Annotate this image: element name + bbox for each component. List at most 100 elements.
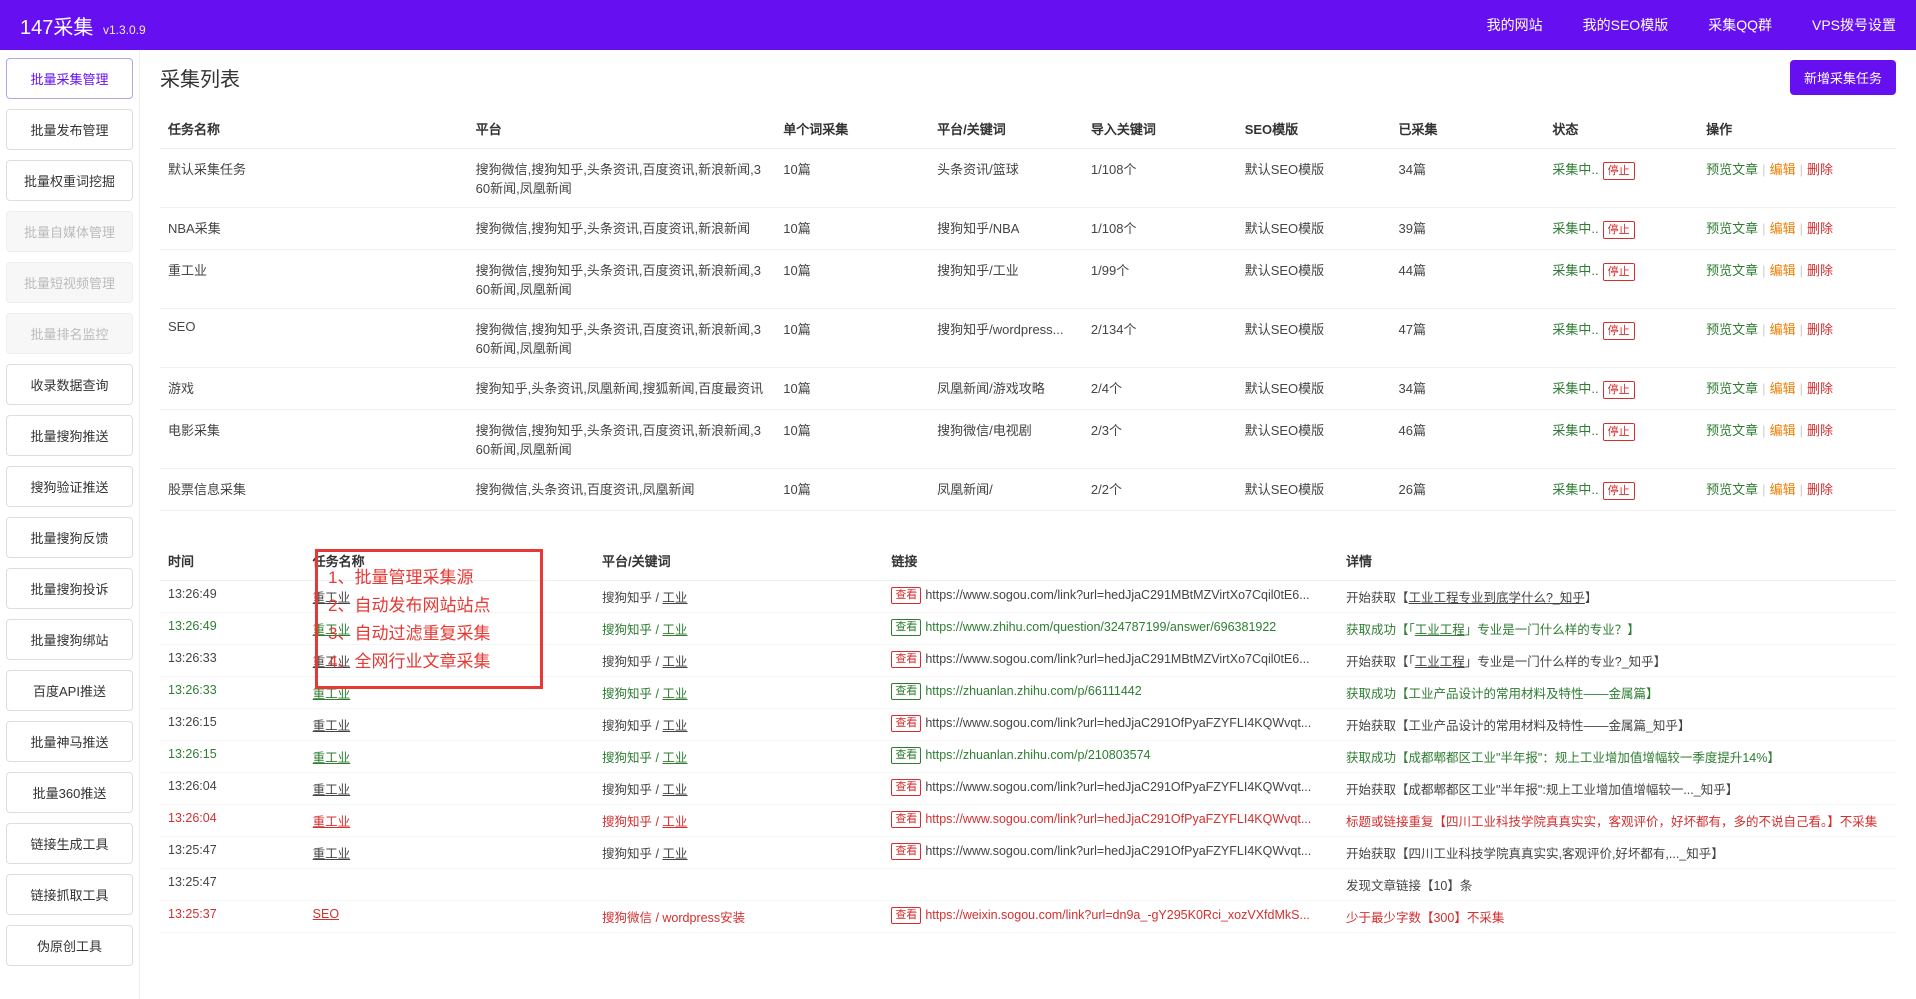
sidebar: 批量采集管理批量发布管理批量权重词挖掘批量自媒体管理批量短视频管理批量排名监控收… [0, 50, 140, 999]
delete-link[interactable]: 删除 [1807, 162, 1833, 177]
task-link[interactable]: 重工业 [313, 655, 351, 669]
view-badge[interactable]: 查看 [891, 811, 921, 828]
delete-link[interactable]: 删除 [1807, 263, 1833, 278]
topnav-item[interactable]: VPS拨号设置 [1812, 15, 1896, 35]
keyword-link[interactable]: 工业 [662, 783, 687, 797]
task-link[interactable]: 重工业 [313, 719, 351, 733]
view-badge[interactable]: 查看 [891, 747, 921, 764]
stop-button[interactable]: 停止 [1603, 423, 1635, 441]
sidebar-item[interactable]: 批量搜狗反馈 [6, 517, 133, 558]
topnav-item[interactable]: 我的网站 [1487, 15, 1543, 35]
detail-link[interactable]: 工业工程 [1415, 623, 1465, 637]
edit-link[interactable]: 编辑 [1770, 423, 1796, 438]
log-row: 13:26:15重工业搜狗知乎 / 工业查看https://www.sogou.… [160, 709, 1896, 741]
tasks-table: 任务名称平台单个词采集平台/关键词导入关键词SEO模版已采集状态操作 默认采集任… [160, 109, 1896, 511]
sidebar-item[interactable]: 批量神马推送 [6, 721, 133, 762]
sidebar-item[interactable]: 链接抓取工具 [6, 874, 133, 915]
status-text: 采集中.. [1552, 423, 1598, 438]
keyword-link[interactable]: 工业 [662, 655, 687, 669]
preview-link[interactable]: 预览文章 [1706, 381, 1758, 396]
edit-link[interactable]: 编辑 [1770, 381, 1796, 396]
sidebar-item[interactable]: 伪原创工具 [6, 925, 133, 966]
task-link[interactable]: 重工业 [313, 687, 351, 701]
stop-button[interactable]: 停止 [1603, 263, 1635, 281]
task-col-header: 平台/关键词 [929, 109, 1083, 149]
table-row: SEO搜狗微信,搜狗知乎,头条资讯,百度资讯,新浪新闻,360新闻,凤凰新闻10… [160, 309, 1896, 368]
delete-link[interactable]: 删除 [1807, 322, 1833, 337]
keyword-link[interactable]: 工业 [662, 815, 687, 829]
status-text: 采集中.. [1552, 322, 1598, 337]
view-badge[interactable]: 查看 [891, 779, 921, 796]
new-task-button[interactable]: 新增采集任务 [1790, 60, 1896, 95]
sidebar-item[interactable]: 批量搜狗投诉 [6, 568, 133, 609]
keyword-link[interactable]: 工业 [662, 751, 687, 765]
preview-link[interactable]: 预览文章 [1706, 482, 1758, 497]
stop-button[interactable]: 停止 [1603, 482, 1635, 500]
edit-link[interactable]: 编辑 [1770, 482, 1796, 497]
sidebar-item[interactable]: 百度API推送 [6, 670, 133, 711]
keyword-link[interactable]: 工业 [662, 623, 687, 637]
status-text: 采集中.. [1552, 263, 1598, 278]
task-link[interactable]: SEO [313, 907, 339, 921]
delete-link[interactable]: 删除 [1807, 221, 1833, 236]
keyword-link[interactable]: 工业 [662, 847, 687, 861]
stop-button[interactable]: 停止 [1603, 322, 1635, 340]
task-col-header: 状态 [1544, 109, 1698, 149]
log-row: 13:26:49重工业搜狗知乎 / 工业查看https://www.sogou.… [160, 581, 1896, 613]
sidebar-item[interactable]: 批量搜狗推送 [6, 415, 133, 456]
view-badge[interactable]: 查看 [891, 587, 921, 604]
top-nav: 我的网站 我的SEO模版 采集QQ群 VPS拨号设置 [1487, 15, 1896, 35]
brand: 147采集 v1.3.0.9 [20, 11, 146, 40]
task-link[interactable]: 重工业 [313, 591, 351, 605]
log-row: 13:26:49重工业搜狗知乎 / 工业查看https://www.zhihu.… [160, 613, 1896, 645]
task-link[interactable]: 重工业 [313, 751, 351, 765]
sidebar-item[interactable]: 批量搜狗绑站 [6, 619, 133, 660]
view-badge[interactable]: 查看 [891, 651, 921, 668]
task-col-header: 导入关键词 [1083, 109, 1237, 149]
task-link[interactable]: 重工业 [313, 623, 351, 637]
task-link[interactable]: 重工业 [313, 783, 351, 797]
sidebar-item[interactable]: 收录数据查询 [6, 364, 133, 405]
sidebar-item[interactable]: 批量360推送 [6, 772, 133, 813]
view-badge[interactable]: 查看 [891, 843, 921, 860]
stop-button[interactable]: 停止 [1603, 381, 1635, 399]
table-row: 电影采集搜狗微信,搜狗知乎,头条资讯,百度资讯,新浪新闻,360新闻,凤凰新闻1… [160, 410, 1896, 469]
sidebar-item[interactable]: 搜狗验证推送 [6, 466, 133, 507]
edit-link[interactable]: 编辑 [1770, 263, 1796, 278]
stop-button[interactable]: 停止 [1603, 162, 1635, 180]
table-row: 游戏搜狗知乎,头条资讯,凤凰新闻,搜狐新闻,百度最资讯10篇凤凰新闻/游戏攻略2… [160, 368, 1896, 410]
preview-link[interactable]: 预览文章 [1706, 322, 1758, 337]
task-col-header: 任务名称 [160, 109, 468, 149]
keyword-link[interactable]: 工业 [662, 719, 687, 733]
preview-link[interactable]: 预览文章 [1706, 263, 1758, 278]
delete-link[interactable]: 删除 [1807, 482, 1833, 497]
edit-link[interactable]: 编辑 [1770, 322, 1796, 337]
log-row: 13:26:15重工业搜狗知乎 / 工业查看https://zhuanlan.z… [160, 741, 1896, 773]
preview-link[interactable]: 预览文章 [1706, 162, 1758, 177]
sidebar-item[interactable]: 批量发布管理 [6, 109, 133, 150]
stop-button[interactable]: 停止 [1603, 221, 1635, 239]
task-link[interactable]: 重工业 [313, 847, 351, 861]
edit-link[interactable]: 编辑 [1770, 162, 1796, 177]
topnav-item[interactable]: 我的SEO模版 [1583, 15, 1669, 35]
edit-link[interactable]: 编辑 [1770, 221, 1796, 236]
task-link[interactable]: 重工业 [313, 815, 351, 829]
detail-link[interactable]: 工业工程 [1415, 655, 1465, 669]
view-badge[interactable]: 查看 [891, 619, 921, 636]
delete-link[interactable]: 删除 [1807, 381, 1833, 396]
detail-link[interactable]: 工业工程专业到底学什么?_知乎 [1408, 591, 1584, 605]
view-badge[interactable]: 查看 [891, 683, 921, 700]
table-row: 重工业搜狗微信,搜狗知乎,头条资讯,百度资讯,新浪新闻,360新闻,凤凰新闻10… [160, 250, 1896, 309]
preview-link[interactable]: 预览文章 [1706, 221, 1758, 236]
keyword-link[interactable]: 工业 [662, 591, 687, 605]
log-section: 时间任务名称平台/关键词链接详情 13:26:49重工业搜狗知乎 / 工业查看h… [160, 541, 1896, 933]
delete-link[interactable]: 删除 [1807, 423, 1833, 438]
topnav-item[interactable]: 采集QQ群 [1708, 15, 1772, 35]
view-badge[interactable]: 查看 [891, 715, 921, 732]
sidebar-item[interactable]: 链接生成工具 [6, 823, 133, 864]
sidebar-item[interactable]: 批量权重词挖掘 [6, 160, 133, 201]
view-badge[interactable]: 查看 [891, 907, 921, 924]
preview-link[interactable]: 预览文章 [1706, 423, 1758, 438]
sidebar-item[interactable]: 批量采集管理 [6, 58, 133, 99]
keyword-link[interactable]: 工业 [662, 687, 687, 701]
